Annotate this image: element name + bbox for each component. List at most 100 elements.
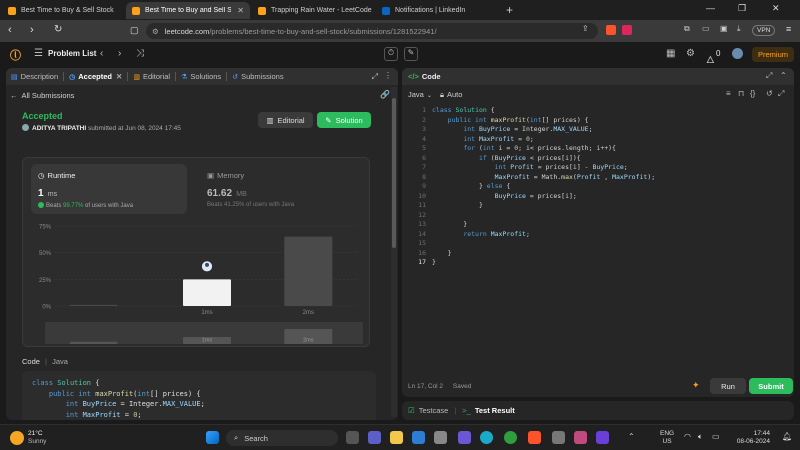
ai-assist-icon[interactable]: ✦ [692, 380, 700, 391]
file-explorer-icon[interactable] [390, 431, 403, 444]
forward-icon[interactable]: › [30, 24, 34, 36]
download-icon[interactable]: ⤓ [737, 24, 747, 34]
vpn-button[interactable]: VPN [752, 25, 776, 36]
chevron-up-icon[interactable]: ⌃ [628, 432, 635, 441]
intellij-icon[interactable] [596, 431, 609, 444]
more-icon[interactable]: ⋮ [384, 71, 392, 80]
wifi-icon[interactable]: ◠ [684, 432, 691, 441]
timer-icon[interactable]: ⏱ [384, 47, 398, 61]
notifications-icon[interactable]: 🔔︎ [782, 432, 792, 441]
site-info-icon[interactable]: ⚙ [152, 27, 159, 36]
code-editor[interactable]: 1 2 3 4 5 6 7 8 9 10 11 12 13 14 15 16 17 class Solution… [402, 106, 794, 336]
brave-shield-icon[interactable] [606, 25, 616, 35]
bookmark-icon[interactable]: ▢ [130, 25, 139, 36]
prev-problem-icon[interactable]: ‹ [100, 48, 103, 59]
username[interactable]: ADITYA TRIPATHI [32, 125, 86, 132]
solution-label: Solution [335, 115, 363, 125]
language-select[interactable]: Java ⌄ [408, 90, 432, 99]
weather-widget[interactable]: 21°C Sunny [28, 430, 46, 446]
app-icon[interactable] [434, 431, 447, 444]
weather-icon [10, 431, 24, 445]
battery-icon[interactable]: ▭ [712, 432, 720, 441]
leetcode-logo-icon[interactable]: ⓛ [10, 47, 21, 63]
all-submissions-link[interactable]: ← All Submissions [10, 91, 74, 100]
code-line: public int maxProfit(int[] prices) { [447, 115, 589, 124]
xbox-icon[interactable] [504, 431, 517, 444]
tab-solutions[interactable]: ⚗ Solutions [176, 72, 226, 81]
tab-editorial[interactable]: ▥ Editorial [128, 72, 175, 81]
left-scrollbar-thumb[interactable] [392, 98, 396, 248]
run-label: Run [721, 381, 735, 391]
editorial-button[interactable]: ▥ Editorial [258, 112, 313, 128]
code-line: BuyPrice = prices[i]; [494, 191, 577, 200]
fullscreen-icon[interactable]: ⤢ [778, 89, 784, 99]
maximize-icon[interactable]: ❐ [738, 3, 746, 14]
minimize-icon[interactable]: — [706, 3, 715, 13]
code-label: Code [22, 357, 40, 366]
browser-tab-2[interactable]: Best Time to Buy and Sell Stock ✕ [126, 2, 250, 19]
run-button[interactable]: Run [710, 378, 746, 394]
settings-icon[interactable]: ⚙ [686, 48, 695, 59]
code-line: class Solution { [32, 379, 100, 387]
language-indicator[interactable]: ENG US [660, 430, 674, 446]
next-problem-icon[interactable]: › [118, 48, 121, 59]
browser-tab-3[interactable]: Trapping Rain Water - LeetCode [252, 2, 374, 19]
volume-icon[interactable]: 🔈︎ [698, 432, 703, 442]
braces-icon[interactable]: {} [750, 89, 755, 98]
problem-list-icon[interactable]: ☰ [34, 48, 43, 59]
bookmark-icon[interactable]: ⊓ [738, 89, 744, 98]
task-view-icon[interactable] [346, 431, 359, 444]
capture-icon[interactable] [574, 431, 587, 444]
editor-code[interactable]: class Solution { public int maxProfit(in… [432, 106, 655, 268]
code-line: int Profit = prices[i] - BuyPrice; [494, 163, 628, 171]
format-icon[interactable]: ≡ [726, 89, 731, 98]
tab-description[interactable]: ▤ Description [6, 72, 63, 81]
tab-label: Submissions [241, 72, 284, 81]
back-icon[interactable]: ‹ [8, 24, 12, 36]
copy-link-icon[interactable]: 🔗 [380, 90, 390, 99]
notes-icon[interactable]: ✎ [404, 47, 418, 61]
brave-icon[interactable] [528, 431, 541, 444]
brave-rewards-icon[interactable] [622, 25, 632, 35]
edge-icon[interactable] [480, 431, 493, 444]
app-icon[interactable] [552, 431, 565, 444]
teams-icon[interactable] [368, 431, 381, 444]
browser-tab-1[interactable]: Best Time to Buy & Sell Stock [2, 2, 122, 19]
start-icon[interactable] [206, 431, 219, 444]
tab-testcase[interactable]: Testcase [419, 406, 449, 415]
close-tab-icon[interactable]: ✕ [116, 72, 122, 81]
maximize-panel-icon[interactable]: ⤢ [766, 71, 772, 81]
vscode-icon[interactable] [458, 431, 471, 444]
premium-button[interactable]: Premium [752, 47, 794, 62]
layout-icon[interactable]: ▦ [666, 48, 675, 59]
flask-icon: ⚗ [181, 73, 188, 81]
maximize-panel-icon[interactable]: ⤢ [372, 72, 378, 82]
avatar[interactable] [732, 48, 743, 59]
collapse-panel-icon[interactable]: ⌃ [780, 71, 787, 80]
linkedin-favicon-icon [382, 6, 390, 15]
sidebar-icon[interactable]: ▭ [702, 24, 712, 34]
submit-button[interactable]: Submit [749, 378, 793, 394]
close-tab-icon[interactable]: ✕ [231, 6, 244, 15]
extensions-icon[interactable]: ⧉ [684, 24, 694, 34]
taskbar-search[interactable]: ⌕ Search [226, 430, 338, 446]
browser-tab-4[interactable]: Notifications | LinkedIn [376, 2, 500, 19]
reset-icon[interactable]: ↺ [766, 89, 773, 98]
new-tab-button[interactable]: + [506, 3, 513, 17]
reload-icon[interactable]: ↻ [54, 24, 62, 35]
share-icon[interactable]: ⇪ [582, 24, 592, 34]
tab-submissions[interactable]: ↺ Submissions [227, 72, 288, 81]
shuffle-icon[interactable]: ⤨ [136, 48, 144, 59]
close-window-icon[interactable]: ✕ [772, 3, 780, 14]
address-bar[interactable]: ⚙ leetcode.com /problems/best-time-to-bu… [146, 23, 598, 39]
clock[interactable]: 17:44 08-06-2024 [734, 430, 770, 446]
auto-toggle[interactable]: 🔒︎ Auto [440, 90, 462, 100]
wallet-icon[interactable]: ▣ [720, 24, 730, 34]
tab-test-result[interactable]: Test Result [475, 406, 515, 415]
store-icon[interactable] [412, 431, 425, 444]
problem-list-link[interactable]: Problem List [48, 49, 96, 58]
menu-icon[interactable]: ≡ [786, 24, 791, 34]
solution-button[interactable]: ✎ Solution [317, 112, 371, 128]
tab-accepted[interactable]: ◷ Accepted ✕ [64, 72, 127, 81]
